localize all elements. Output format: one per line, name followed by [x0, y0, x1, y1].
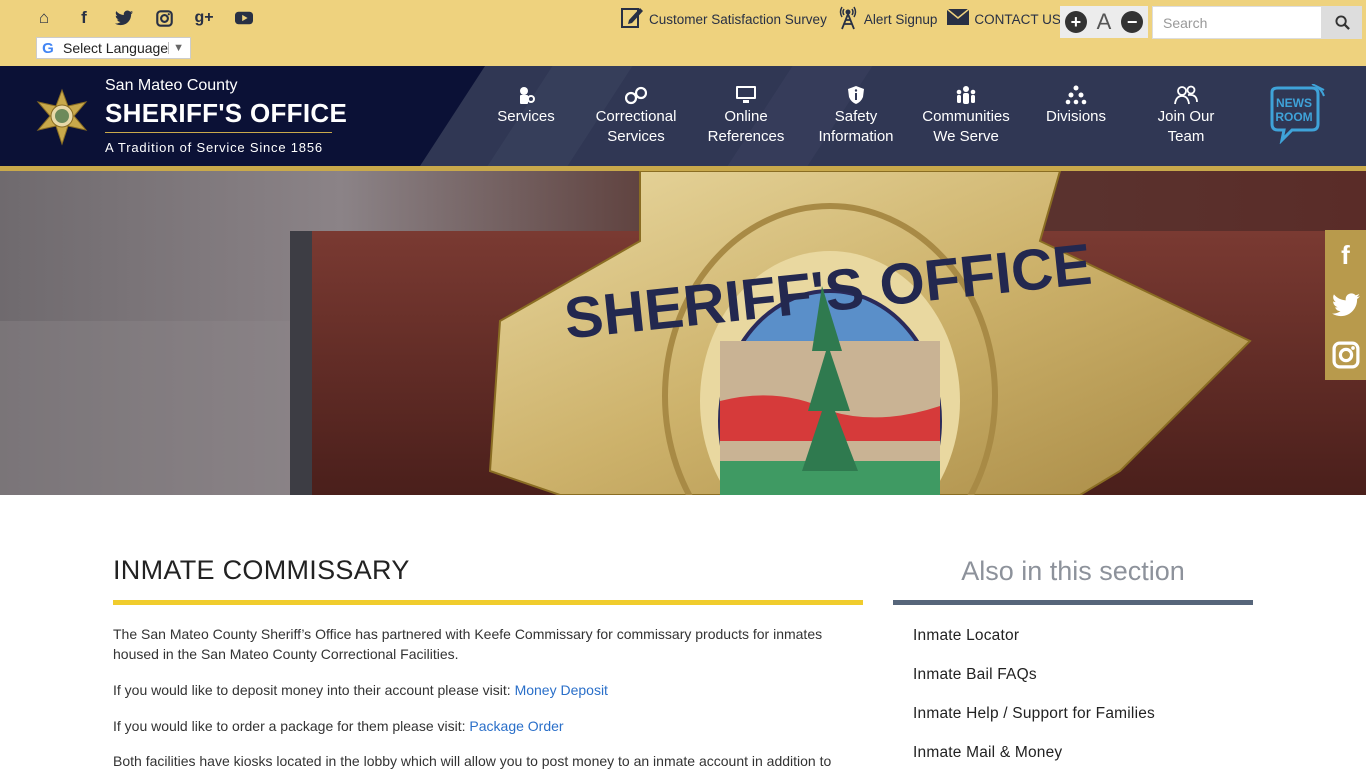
- font-reset-button[interactable]: A: [1097, 9, 1112, 35]
- alert-icon: [837, 4, 859, 35]
- aside-underline: [893, 600, 1253, 605]
- aside-link-inmate-locator[interactable]: Inmate Locator: [913, 627, 1019, 645]
- intro-paragraph: The San Mateo County Sheriff’s Office ha…: [113, 626, 823, 662]
- aside-link-mail-money[interactable]: Inmate Mail & Money: [913, 744, 1062, 762]
- zoom-out-icon[interactable]: −: [1121, 11, 1144, 33]
- money-deposit-link[interactable]: Money Deposit: [515, 682, 608, 698]
- nav-label-line1: Communities: [922, 108, 1010, 125]
- brand-office[interactable]: SHERIFF'S OFFICE: [105, 98, 347, 129]
- envelope-icon: [946, 7, 970, 30]
- nav-item-online-references[interactable]: Online References: [691, 85, 801, 147]
- twitter-icon[interactable]: [104, 8, 144, 28]
- nav-label-line1: Correctional: [595, 108, 677, 125]
- search-box: [1152, 6, 1362, 39]
- survey-link[interactable]: Customer Satisfaction Survey: [620, 5, 827, 34]
- zoom-in-icon[interactable]: +: [1064, 11, 1087, 33]
- services-icon: [471, 85, 581, 107]
- deposit-text: If you would like to deposit money into …: [113, 682, 515, 698]
- nav-item-safety-information[interactable]: Safety Information: [801, 85, 911, 147]
- nav-item-correctional-services[interactable]: Correctional Services: [581, 85, 691, 147]
- brand-tagline: A Tradition of Service Since 1856: [105, 140, 323, 155]
- package-paragraph: If you would like to order a package for…: [113, 716, 863, 736]
- social-links: ⌂ f g+: [24, 8, 264, 28]
- nav-label: Services: [497, 108, 555, 125]
- org-chart-icon: [1021, 85, 1131, 107]
- chevron-down-icon: ▼: [168, 42, 190, 54]
- youtube-icon[interactable]: [224, 8, 264, 28]
- newsroom-line1: NEWS: [1276, 96, 1312, 110]
- facebook-icon[interactable]: f: [1325, 230, 1366, 280]
- google-plus-icon[interactable]: g+: [184, 8, 224, 28]
- main-navigation: San Mateo County SHERIFF'S OFFICE A Trad…: [0, 66, 1366, 166]
- alert-signup-link[interactable]: Alert Signup: [837, 4, 938, 35]
- contact-label: CONTACT US: [974, 11, 1061, 27]
- nav-item-communities[interactable]: Communities We Serve: [911, 85, 1021, 147]
- survey-icon: [620, 5, 644, 34]
- monitor-icon: [691, 85, 801, 107]
- deposit-paragraph: If you would like to deposit money into …: [113, 680, 863, 700]
- package-text: If you would like to order a package for…: [113, 718, 470, 734]
- google-g-icon: G: [42, 39, 54, 57]
- nav-label: Divisions: [1045, 108, 1106, 125]
- nav-label-line1: Join Our: [1157, 108, 1215, 125]
- title-underline: [113, 600, 863, 605]
- alert-label: Alert Signup: [863, 11, 938, 27]
- nav-item-join-our-team[interactable]: Join Our Team: [1131, 85, 1241, 147]
- home-icon[interactable]: ⌂: [24, 8, 64, 28]
- handcuffs-icon: [581, 85, 691, 107]
- package-order-link[interactable]: Package Order: [469, 718, 563, 734]
- language-label: Select Language: [63, 40, 169, 56]
- language-selector[interactable]: G Select Language ▼: [36, 37, 191, 59]
- search-icon[interactable]: [1322, 6, 1362, 39]
- nav-label-line1: Online: [724, 108, 768, 125]
- sheriff-badge-logo[interactable]: [34, 88, 90, 146]
- search-input[interactable]: [1152, 6, 1322, 39]
- contact-link[interactable]: CONTACT US: [946, 7, 1061, 30]
- floating-social-bar: f: [1325, 230, 1366, 380]
- nav-item-services[interactable]: Services: [471, 85, 581, 127]
- aside-link-help-support[interactable]: Inmate Help / Support for Families: [913, 705, 1155, 723]
- nav-label-line2: We Serve: [933, 128, 999, 145]
- people-icon: [911, 85, 1021, 107]
- team-icon: [1131, 85, 1241, 107]
- nav-label-line1: Safety: [834, 108, 878, 125]
- facebook-icon[interactable]: f: [64, 8, 104, 28]
- kiosk-paragraph: Both facilities have kiosks located in t…: [113, 753, 832, 769]
- page-title: INMATE COMMISSARY: [113, 555, 410, 585]
- hero-banner: SHERIFF'S OFFICE: [0, 171, 1366, 495]
- newsroom-line2: ROOM: [1275, 110, 1313, 124]
- utility-links: Customer Satisfaction Survey Alert Signu…: [620, 6, 1071, 32]
- top-utility-bar: ⌂ f g+ G Select Language ▼ Customer Sati…: [0, 0, 1366, 66]
- main-content: INMATE COMMISSARY: [113, 555, 863, 595]
- font-size-controls: + A −: [1060, 6, 1148, 38]
- nav-label-line2: References: [707, 128, 785, 145]
- twitter-icon[interactable]: [1325, 280, 1366, 330]
- instagram-icon[interactable]: [144, 8, 184, 28]
- nav-item-divisions[interactable]: Divisions: [1021, 85, 1131, 127]
- instagram-icon[interactable]: [1325, 330, 1366, 380]
- brand-county[interactable]: San Mateo County: [105, 77, 238, 95]
- aside-title: Also in this section: [961, 556, 1185, 586]
- aside-link-bail-faqs[interactable]: Inmate Bail FAQs: [913, 666, 1037, 684]
- nav-label-line2: Information: [818, 128, 894, 145]
- info-shield-icon: [801, 85, 911, 107]
- nav-label-line2: Team: [1167, 128, 1205, 145]
- newsroom-button[interactable]: NEWS ROOM: [1266, 83, 1326, 145]
- brand-divider: [105, 132, 332, 133]
- survey-label: Customer Satisfaction Survey: [649, 11, 827, 27]
- hero-badge-image: SHERIFF'S OFFICE: [0, 171, 1366, 495]
- nav-label-line2: Services: [607, 128, 665, 145]
